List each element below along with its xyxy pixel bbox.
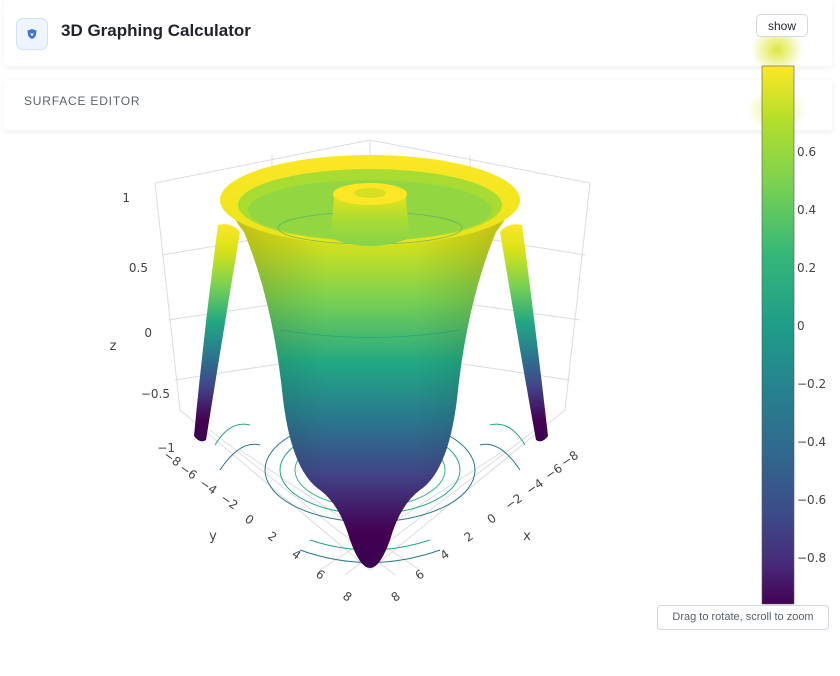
y-tick-label: 0 [242,512,256,528]
y-tick-label: −4 [197,476,220,498]
surface-editor-bar: SURFACE EDITOR [4,80,832,130]
y-tick-label: −2 [218,491,241,513]
x-tick-label: 6 [413,567,427,583]
y-tick-label: 4 [289,547,303,563]
z-tick-label: 0.5 [129,261,148,275]
z-tick-label: 0 [144,326,152,340]
z-tick-label: −0.5 [141,387,170,401]
x-tick-label: −2 [502,491,525,513]
y-tick-label: −6 [177,461,200,483]
z-tick-label: 1 [122,191,130,205]
x-tick-label: 0 [485,511,499,527]
x-tick-label: −4 [523,476,546,498]
surface-editor-label: SURFACE EDITOR [24,94,141,108]
surface-shading [225,195,515,568]
x-axis-title: x [523,529,531,544]
y-tick-label: 6 [313,567,327,583]
interaction-hint: Drag to rotate, scroll to zoom [657,605,829,630]
x-tick-label: 8 [389,589,403,605]
app-title: 3D Graphing Calculator [61,21,251,40]
surface-left-spike [194,224,240,442]
y-tick-label: 2 [265,529,279,545]
app-logo [16,18,48,50]
z-axis: 1 0.5 0 −0.5 −1 z [110,191,175,455]
shield-icon [27,29,37,39]
z-axis-title: z [110,339,117,354]
app-header: 3D Graphing Calculator [4,0,832,66]
show-editor-button[interactable]: show [756,14,808,37]
x-tick-label: −8 [558,448,581,470]
y-axis-title: y [209,529,217,544]
x-tick-label: 2 [462,529,476,545]
x-tick-label: 4 [438,547,452,563]
surface-right-spike [500,224,548,442]
y-tick-label: 8 [340,589,354,605]
